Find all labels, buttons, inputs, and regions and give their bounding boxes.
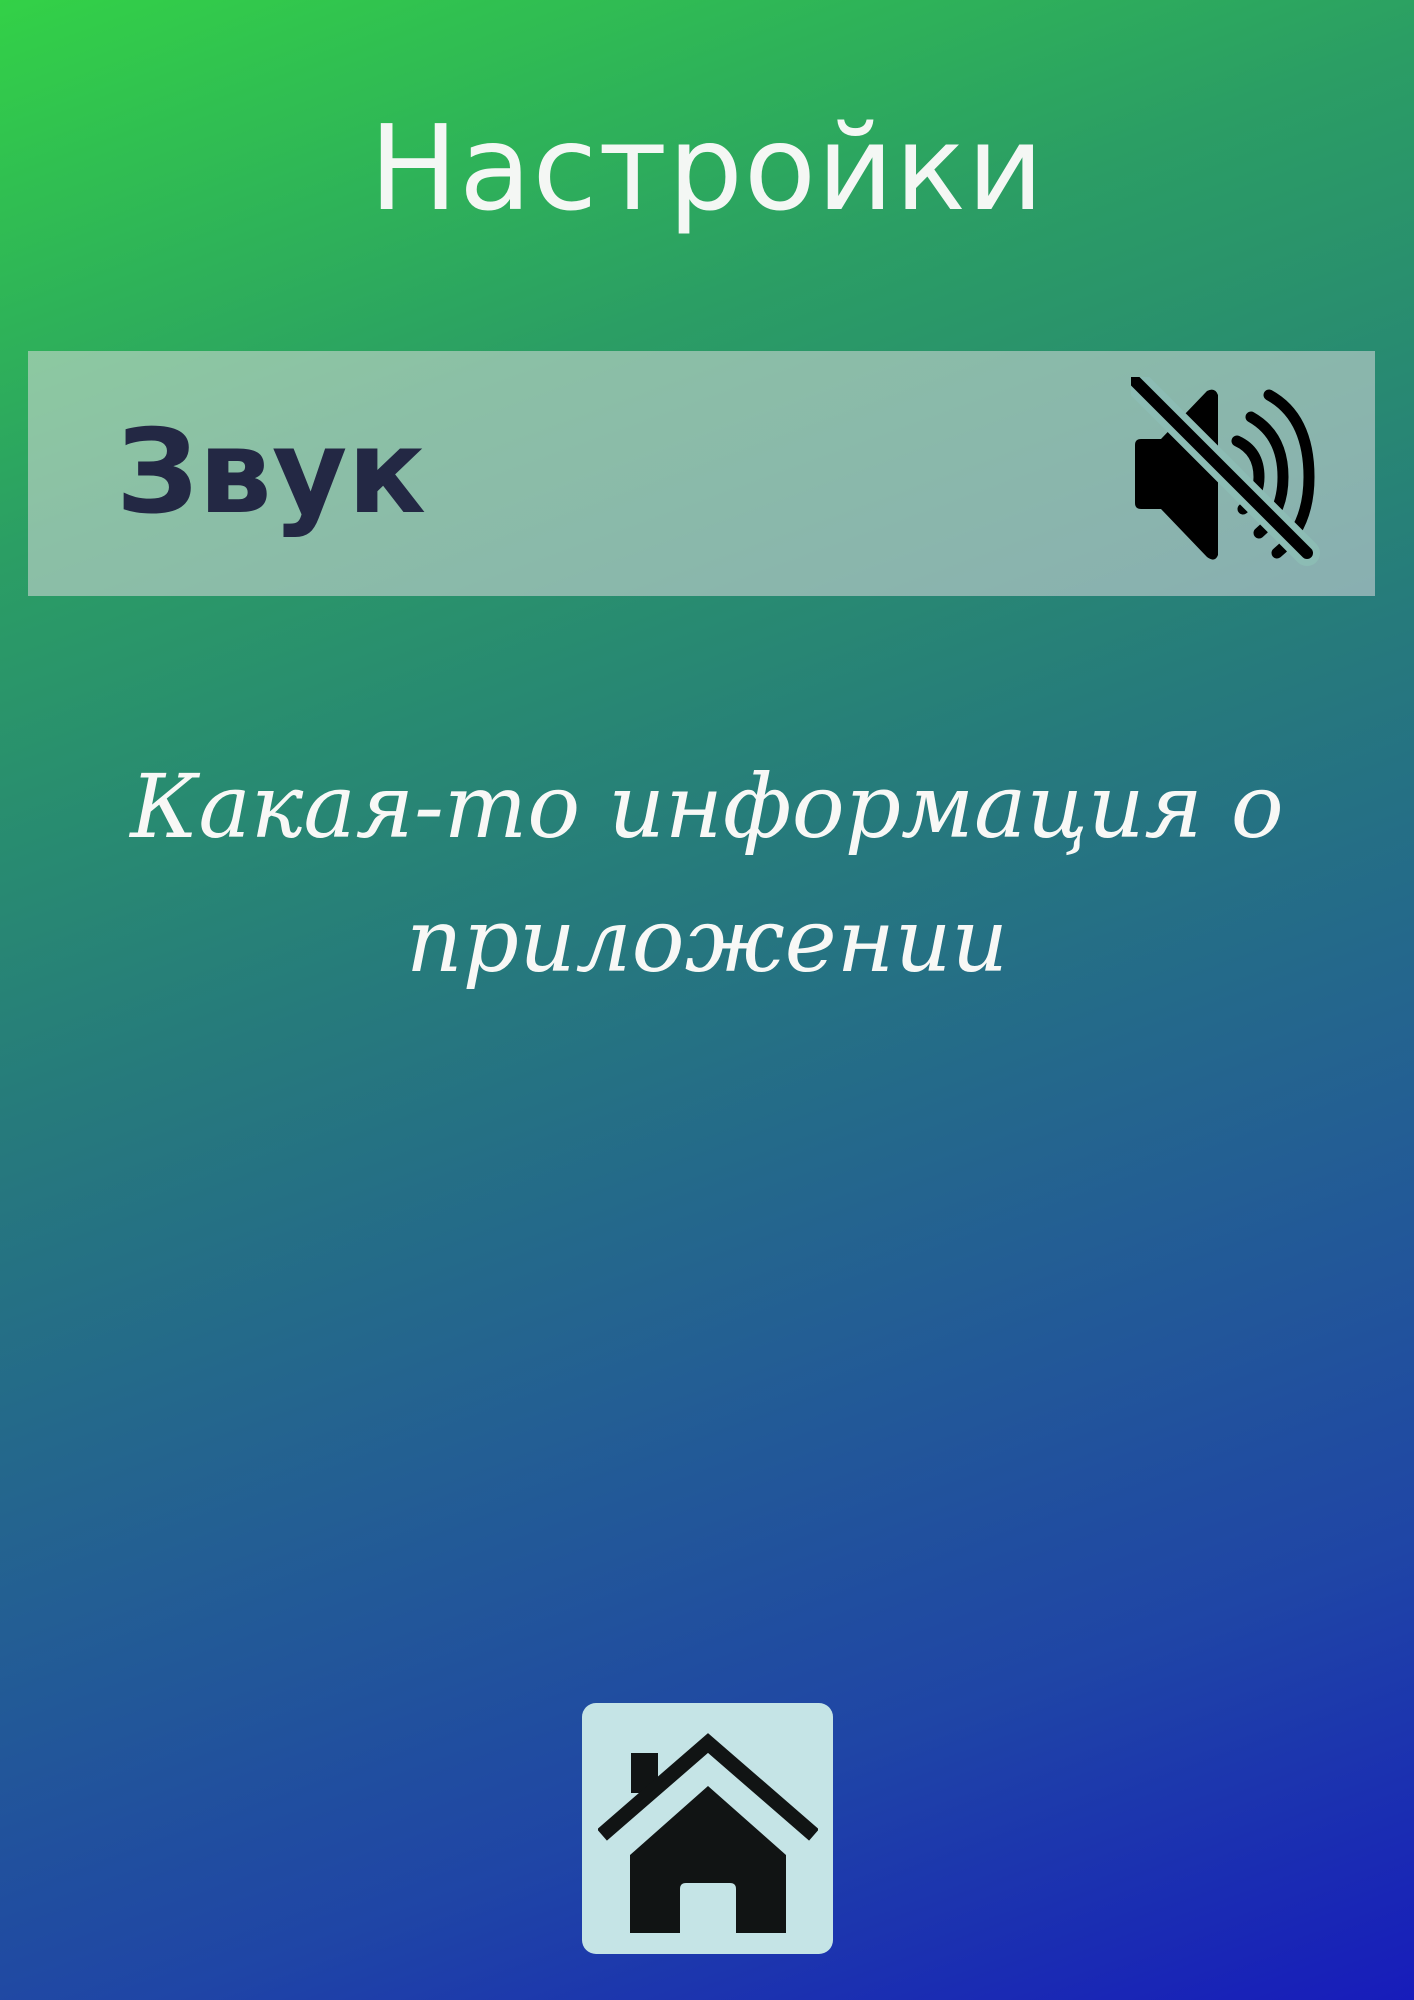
page-title: Настройки — [369, 99, 1045, 237]
home-icon — [598, 1733, 818, 1933]
home-button[interactable] — [582, 1703, 833, 1954]
app-info-text: Какая-то информация о приложении — [130, 755, 1284, 992]
sound-setting-row[interactable]: Звук — [28, 351, 1375, 596]
speaker-muted-icon[interactable] — [1131, 377, 1331, 577]
sound-label: Звук — [116, 405, 427, 540]
